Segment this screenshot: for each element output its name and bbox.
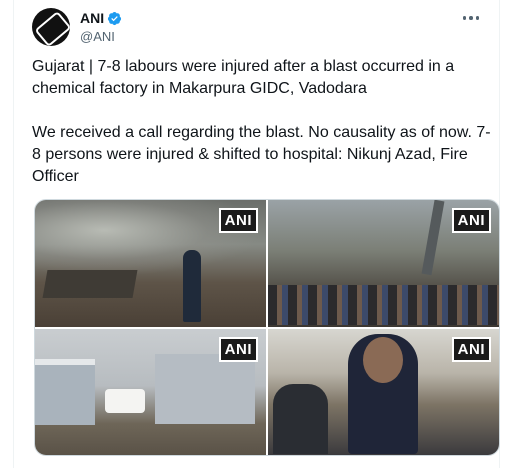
avatar[interactable]	[32, 8, 70, 46]
vehicle	[105, 388, 145, 413]
watermark: ANI	[451, 208, 491, 233]
watermark: ANI	[218, 208, 258, 233]
author-row: ANI	[80, 10, 122, 26]
shed-wall	[35, 358, 95, 425]
pipe	[421, 200, 445, 276]
debris	[42, 270, 138, 298]
face	[363, 336, 403, 383]
person-silhouette	[183, 250, 201, 322]
logo-frame	[34, 10, 70, 46]
shed-wall	[155, 353, 255, 424]
media-grid: ANI ANI ANI ANI	[34, 199, 500, 456]
tweet-text: Gujarat | 7-8 labours were injured after…	[32, 58, 491, 185]
author-name[interactable]: ANI	[80, 10, 104, 26]
more-options-icon[interactable]	[459, 12, 484, 24]
crowd	[268, 285, 499, 325]
tweet-header: ANI @ANI	[32, 8, 485, 50]
watermark: ANI	[451, 336, 491, 362]
verified-badge-icon	[108, 11, 122, 25]
media-photo-2[interactable]: ANI	[268, 200, 499, 327]
media-photo-1[interactable]: ANI	[35, 200, 266, 327]
media-photo-4[interactable]: ANI	[268, 328, 499, 455]
person-silhouette	[273, 383, 328, 454]
media-photo-3[interactable]: ANI	[35, 328, 266, 455]
author-handle[interactable]: @ANI	[80, 29, 115, 44]
tweet-card: ANI @ANI Gujarat | 7-8 labours were inju…	[13, 0, 500, 468]
watermark: ANI	[218, 336, 258, 362]
